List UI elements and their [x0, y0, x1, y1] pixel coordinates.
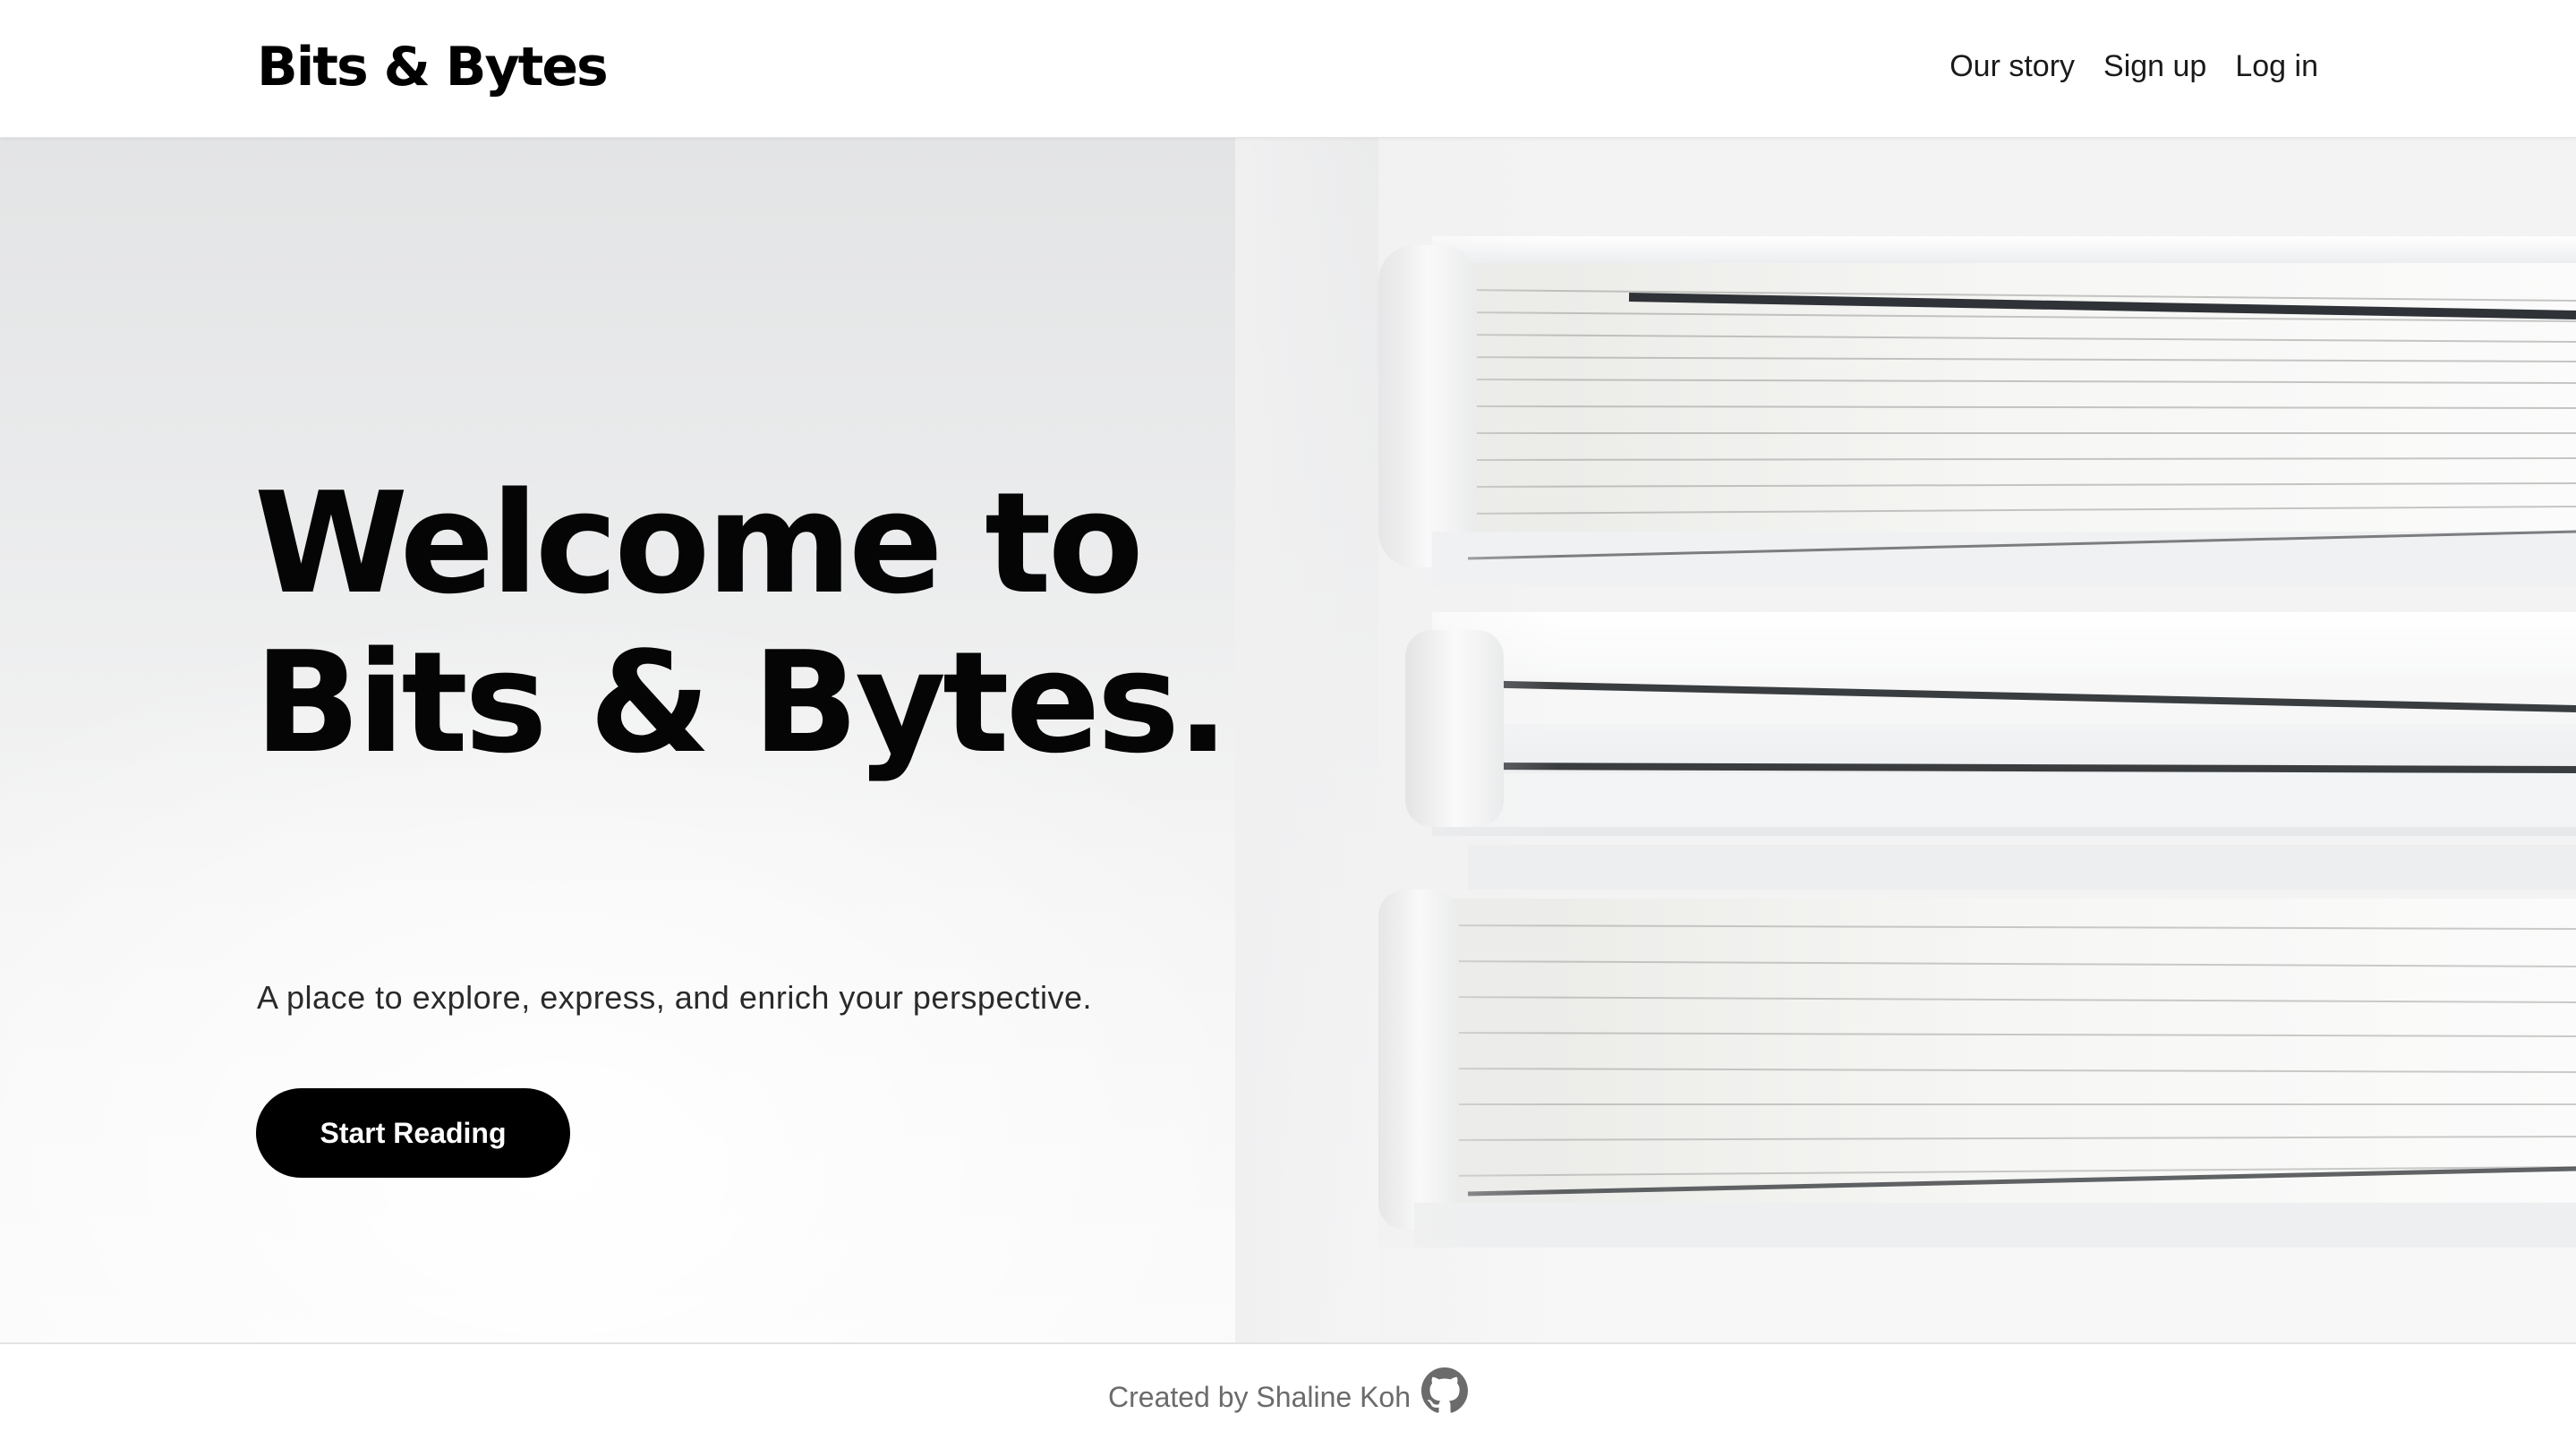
- hero-section: Welcome to Bits & Bytes. A place to expl…: [0, 138, 2576, 1342]
- nav-links: Our story Sign up Log in: [1949, 43, 2318, 89]
- brand-logo[interactable]: Bits & Bytes: [257, 32, 609, 102]
- hero-title: Welcome to Bits & Bytes.: [254, 464, 1328, 782]
- footer: Created by Shaline Koh: [0, 1342, 2576, 1448]
- books-stack-image: [1378, 138, 2576, 1342]
- start-reading-button[interactable]: Start Reading: [256, 1088, 570, 1178]
- nav-our-story[interactable]: Our story: [1949, 43, 2075, 89]
- hero-subtitle: A place to explore, express, and enrich …: [257, 979, 1092, 1016]
- hero-title-line2: Bits & Bytes.: [254, 621, 1230, 784]
- nav-sign-up[interactable]: Sign up: [2103, 43, 2206, 89]
- hero-title-line1: Welcome to: [254, 462, 1144, 625]
- nav-log-in[interactable]: Log in: [2235, 43, 2318, 89]
- top-navbar: Bits & Bytes Our story Sign up Log in: [0, 0, 2576, 138]
- footer-credit: Created by Shaline Koh: [1108, 1380, 1411, 1413]
- github-icon[interactable]: [1421, 1367, 1468, 1414]
